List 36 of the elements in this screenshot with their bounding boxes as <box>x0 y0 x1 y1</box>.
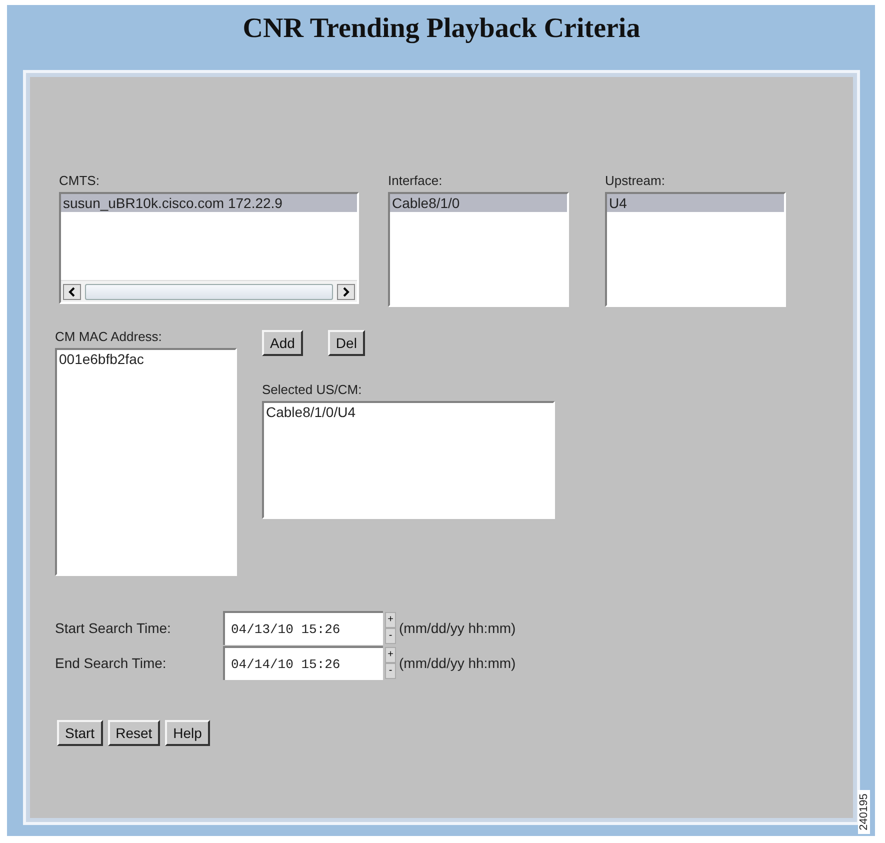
list-box[interactable]: U4 <box>605 192 786 307</box>
format-hint: (mm/dd/yy hh:mm) <box>399 620 516 636</box>
list-item[interactable]: susun_uBR10k.cisco.com 172.22.9 <box>61 194 357 212</box>
list-item[interactable]: Cable8/1/0 <box>390 194 567 212</box>
list-item[interactable]: Cable8/1/0/U4 <box>264 403 553 421</box>
field-label: End Search Time: <box>55 655 168 671</box>
field-label: Interface: <box>388 173 444 188</box>
decrement-button[interactable]: - <box>385 628 396 644</box>
field-label: Start Search Time: <box>55 620 172 636</box>
list-box[interactable]: 001e6bfb2fac <box>55 348 237 576</box>
list-box[interactable]: Cable8/1/0/U4 <box>262 401 555 519</box>
form-button[interactable]: Help <box>165 720 210 746</box>
form-button[interactable]: Start <box>57 720 103 746</box>
field-label: Upstream: <box>605 173 666 188</box>
field-label: CM MAC Address: <box>55 329 163 344</box>
list-item[interactable]: U4 <box>607 194 784 212</box>
list-action-button[interactable]: Del <box>328 330 365 356</box>
date-time-field[interactable]: 04/13/10 15:26 <box>223 611 383 645</box>
horizontal-scrollbar[interactable] <box>61 280 357 302</box>
increment-button[interactable]: + <box>385 647 396 663</box>
scroll-right-icon[interactable] <box>337 284 355 300</box>
scroll-left-icon[interactable] <box>63 284 81 300</box>
field-label: Selected US/CM: <box>262 382 363 397</box>
page-title: CNR Trending Playback Criteria <box>242 12 642 46</box>
field-label: CMTS: <box>59 173 100 188</box>
scroll-thumb[interactable] <box>85 284 333 300</box>
list-box[interactable]: Cable8/1/0 <box>388 192 569 307</box>
list-box[interactable]: susun_uBR10k.cisco.com 172.22.9 <box>59 192 359 304</box>
list-action-button[interactable]: Add <box>262 330 303 356</box>
form-button[interactable]: Reset <box>108 720 160 746</box>
date-time-field[interactable]: 04/14/10 15:26 <box>223 646 383 680</box>
list-item[interactable]: 001e6bfb2fac <box>57 350 235 368</box>
increment-button[interactable]: + <box>385 612 396 628</box>
figure-number: 240195 <box>858 790 870 834</box>
format-hint: (mm/dd/yy hh:mm) <box>399 655 516 671</box>
decrement-button[interactable]: - <box>385 663 396 679</box>
